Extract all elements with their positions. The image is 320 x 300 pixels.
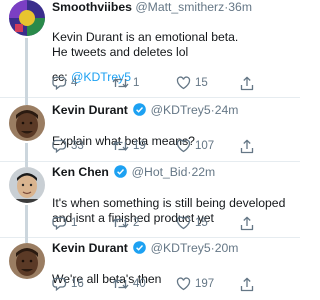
avatar[interactable]	[9, 0, 45, 36]
tweet-actions: 4 1 15	[52, 76, 292, 92]
tweet[interactable]: Kevin Durant @KDTrey5·24m Explain what b…	[0, 97, 300, 162]
retweet-button[interactable]: 1	[112, 76, 139, 90]
retweet-icon	[112, 279, 129, 289]
timestamp[interactable]: 36m	[228, 0, 252, 14]
heart-icon	[176, 139, 191, 153]
tweet-header: Kevin Durant @KDTrey5·20m	[52, 241, 238, 256]
like-count: 15	[195, 217, 208, 229]
divider	[0, 161, 300, 162]
tweet-header: Kevin Durant @KDTrey5·24m	[52, 103, 238, 118]
display-name[interactable]: Smoothviibes	[52, 0, 132, 14]
like-button[interactable]: 15	[176, 76, 208, 90]
divider	[0, 97, 300, 98]
heart-icon	[176, 76, 191, 90]
share-icon	[240, 277, 254, 292]
user-handle[interactable]: @KDTrey5	[151, 103, 211, 117]
verified-badge-icon	[114, 165, 128, 178]
tweet-text: Kevin Durant is an emotional beta. He tw…	[52, 15, 296, 60]
reply-icon	[52, 216, 67, 230]
reply-count: 1	[71, 217, 78, 229]
thread-line	[25, 97, 28, 105]
thread-line	[25, 205, 28, 238]
reply-count: 16	[71, 278, 84, 290]
user-handle[interactable]: @Matt_smitherz	[135, 0, 224, 14]
user-handle[interactable]: @KDTrey5	[151, 241, 211, 255]
retweet-icon	[112, 218, 129, 228]
share-icon	[240, 216, 254, 231]
tweet-actions: 16 40 197	[52, 277, 292, 293]
reply-count: 4	[71, 77, 78, 89]
like-button[interactable]: 15	[176, 216, 208, 230]
share-button[interactable]	[240, 216, 258, 231]
reply-button[interactable]: 1	[52, 216, 77, 230]
reply-icon	[52, 76, 67, 90]
heart-icon	[176, 277, 191, 291]
avatar[interactable]	[9, 167, 45, 203]
user-handle[interactable]: @Hot_Bid	[132, 165, 188, 179]
retweet-button[interactable]: 2	[112, 216, 139, 230]
timestamp[interactable]: 20m	[215, 241, 239, 255]
reply-icon	[52, 277, 67, 291]
timestamp[interactable]: 22m	[191, 165, 215, 179]
share-icon	[240, 76, 254, 91]
retweet-count: 40	[133, 278, 146, 290]
tweet-header: Smoothviibes @Matt_smitherz·36m	[52, 0, 252, 15]
share-button[interactable]	[240, 277, 258, 292]
timestamp[interactable]: 24m	[215, 103, 239, 117]
share-button[interactable]	[240, 139, 258, 154]
thread-line	[25, 38, 28, 98]
retweet-count: 19	[133, 140, 146, 152]
verified-badge-icon	[133, 103, 147, 116]
avatar[interactable]	[9, 105, 45, 141]
like-count: 197	[195, 278, 215, 290]
tweet-actions: 1 2 15	[52, 216, 292, 232]
retweet-button[interactable]: 19	[112, 139, 146, 153]
retweet-count: 1	[133, 77, 140, 89]
display-name[interactable]: Kevin Durant	[52, 103, 128, 117]
retweet-icon	[112, 78, 129, 88]
tweet[interactable]: Smoothviibes @Matt_smitherz·36m Kevin Du…	[0, 0, 300, 98]
reply-count: 33	[71, 140, 84, 152]
display-name[interactable]: Kevin Durant	[52, 241, 128, 255]
avatar[interactable]	[9, 243, 45, 279]
tweet[interactable]: Ken Chen @Hot_Bid·22m It's when somethin…	[0, 161, 300, 238]
like-count: 107	[195, 140, 215, 152]
tweet-thread: Smoothviibes @Matt_smitherz·36m Kevin Du…	[0, 0, 300, 300]
display-name[interactable]: Ken Chen	[52, 165, 109, 179]
like-count: 15	[195, 77, 208, 89]
heart-icon	[176, 216, 191, 230]
tweet-actions: 33 19 107	[52, 139, 292, 155]
tweet-header: Ken Chen @Hot_Bid·22m	[52, 165, 215, 180]
reply-button[interactable]: 16	[52, 277, 84, 291]
like-button[interactable]: 107	[176, 139, 214, 153]
verified-badge-icon	[133, 241, 147, 254]
retweet-button[interactable]: 40	[112, 277, 146, 291]
retweet-icon	[112, 141, 129, 151]
reply-icon	[52, 139, 67, 153]
like-button[interactable]: 197	[176, 277, 214, 291]
reply-button[interactable]: 4	[52, 76, 77, 90]
share-icon	[240, 139, 254, 154]
share-button[interactable]	[240, 76, 258, 91]
divider	[0, 237, 300, 238]
thread-line	[25, 143, 28, 162]
tweet[interactable]: Kevin Durant @KDTrey5·20m We're all beta…	[0, 237, 300, 300]
retweet-count: 2	[133, 217, 140, 229]
reply-button[interactable]: 33	[52, 139, 84, 153]
